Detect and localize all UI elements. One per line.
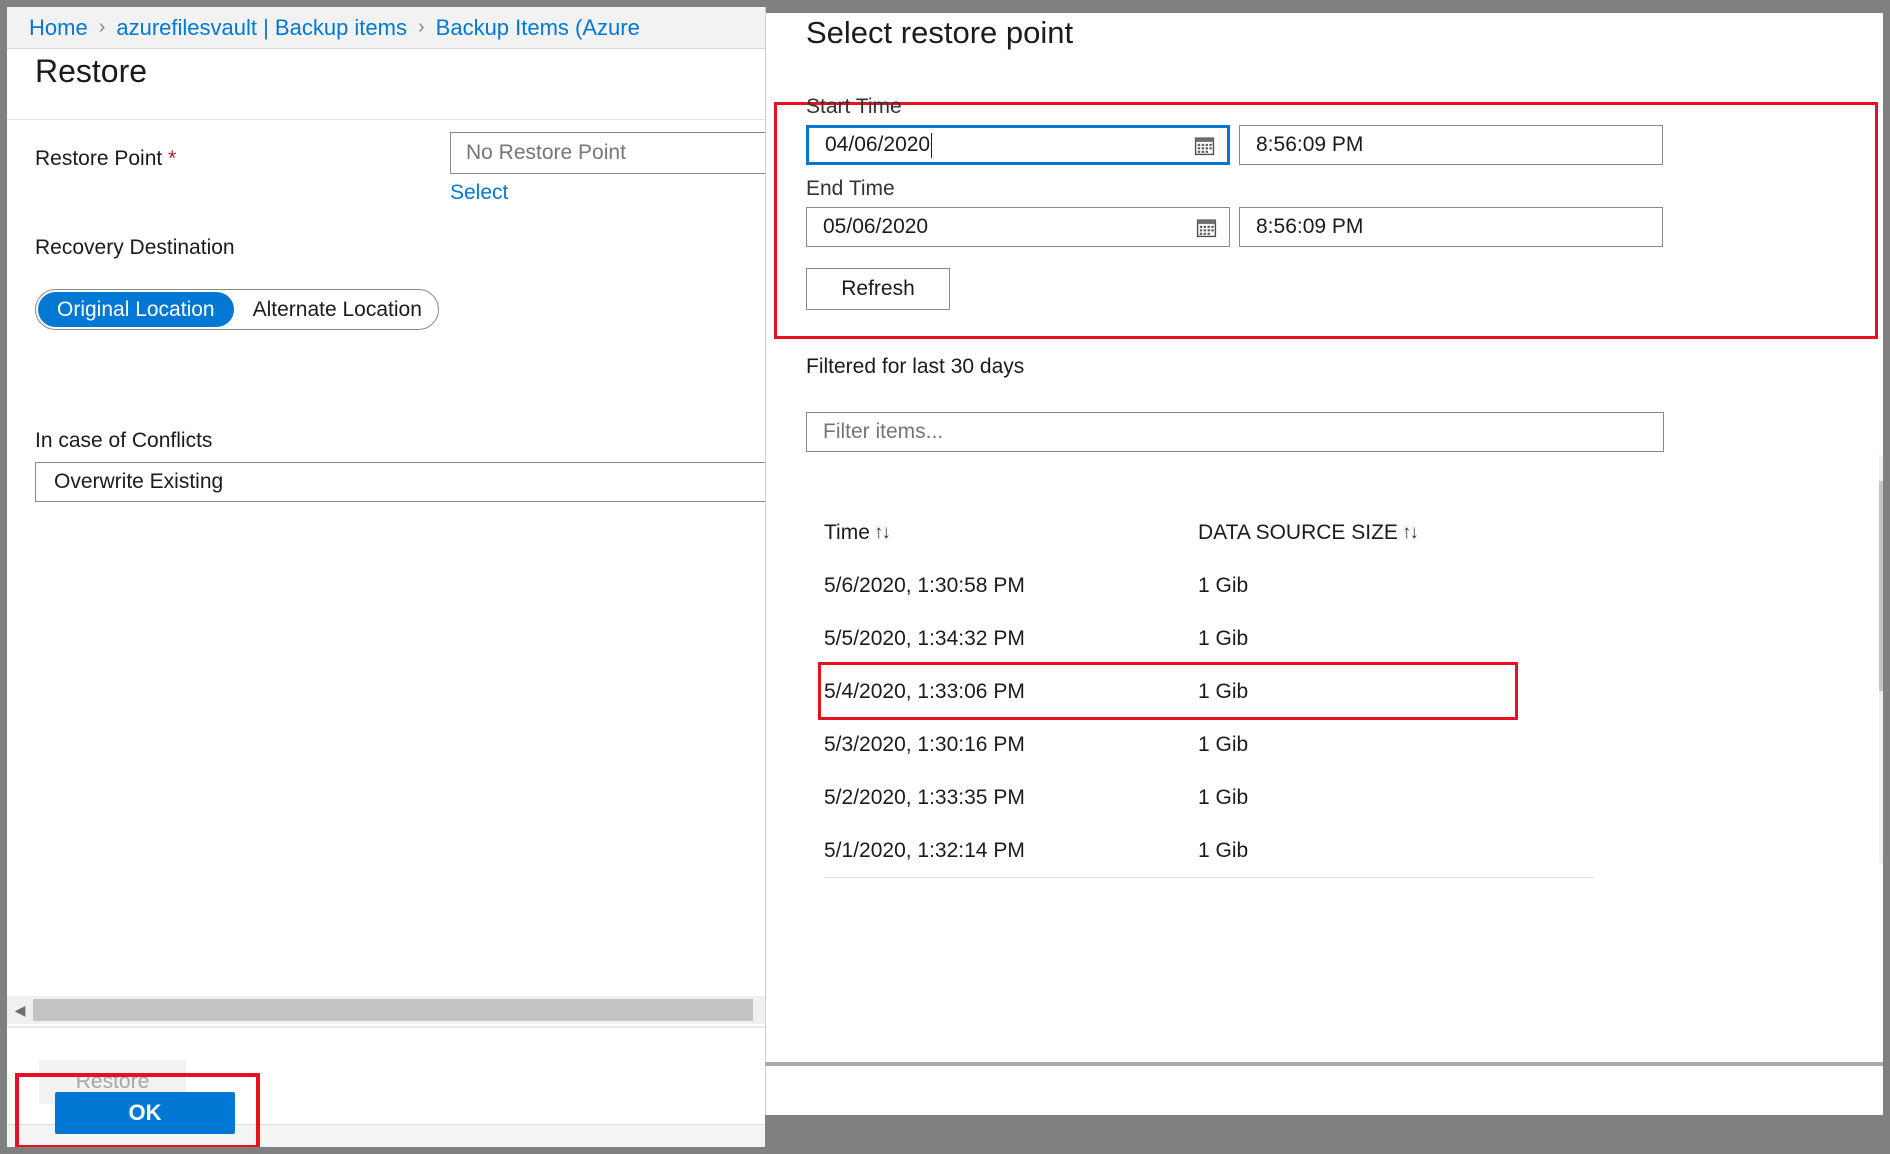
cell-time: 5/1/2020, 1:32:14 PM [824, 839, 1198, 863]
filtered-note: Filtered for last 30 days [806, 355, 1024, 379]
recovery-destination-toggle: Original Location Alternate Location [35, 289, 439, 330]
restore-point-input[interactable]: No Restore Point [450, 132, 765, 174]
toggle-option-alternate-location[interactable]: Alternate Location [234, 292, 441, 327]
table-row[interactable]: 5/2/2020, 1:33:35 PM1 Gib [824, 771, 1594, 825]
table-header-row: Time ↑↓ DATA SOURCE SIZE ↑↓ [824, 507, 1594, 560]
scrollbar-divider [7, 1026, 765, 1028]
calendar-icon[interactable] [1196, 217, 1217, 238]
sort-toggle-icon[interactable]: ↑↓ [874, 522, 889, 544]
conflicts-selected-value: Overwrite Existing [54, 470, 223, 494]
column-header-time-label: Time [824, 521, 870, 545]
horizontal-scrollbar[interactable]: ◀ [7, 996, 765, 1024]
breadcrumb-separator-icon: › [418, 16, 425, 39]
table-row[interactable]: 5/5/2020, 1:34:32 PM1 Gib [824, 612, 1594, 666]
breadcrumb-item-home[interactable]: Home [29, 15, 88, 41]
column-header-data-source-size[interactable]: DATA SOURCE SIZE ↑↓ [1198, 521, 1528, 545]
page-title: Restore [35, 53, 147, 90]
column-header-time[interactable]: Time ↑↓ [824, 521, 1198, 545]
cell-time: 5/5/2020, 1:34:32 PM [824, 627, 1198, 651]
vertical-scrollbar[interactable]: ▲ [1879, 455, 1883, 863]
start-date-value: 04/06/2020 [825, 133, 930, 157]
scroll-left-arrow-icon[interactable]: ◀ [7, 996, 33, 1024]
end-time-label: End Time [806, 177, 895, 201]
select-restore-point-link[interactable]: Select [450, 181, 508, 205]
sort-toggle-icon[interactable]: ↑↓ [1402, 522, 1417, 544]
cell-data-source-size: 1 Gib [1198, 627, 1528, 651]
panel-list-bottom-divider [765, 1062, 1883, 1066]
recovery-destination-label: Recovery Destination [35, 236, 235, 260]
panel-title: Select restore point [806, 15, 1073, 51]
restore-point-label: Restore Point * [35, 147, 176, 171]
breadcrumb-item-backup-items[interactable]: Backup Items (Azure [436, 15, 640, 41]
toggle-option-original-location[interactable]: Original Location [38, 292, 234, 327]
panel-top-chrome [766, 7, 1883, 13]
conflicts-label: In case of Conflicts [35, 429, 212, 453]
ok-button[interactable]: OK [55, 1092, 235, 1134]
select-restore-point-panel: Select restore point Start Time 04/06/20… [765, 7, 1883, 1147]
restore-blade: Home › azurefilesvault | Backup items › … [7, 7, 765, 1147]
cell-data-source-size: 1 Gib [1198, 574, 1528, 598]
required-marker: * [168, 147, 176, 170]
cell-data-source-size: 1 Gib [1198, 680, 1528, 704]
end-time-value: 8:56:09 PM [1256, 215, 1363, 239]
end-date-value: 05/06/2020 [823, 215, 928, 239]
table-row[interactable]: 5/6/2020, 1:30:58 PM1 Gib [824, 559, 1594, 613]
table-row[interactable]: 5/1/2020, 1:32:14 PM1 Gib [824, 824, 1594, 878]
end-time-input[interactable]: 8:56:09 PM [1239, 207, 1663, 247]
refresh-button[interactable]: Refresh [806, 268, 950, 310]
cell-data-source-size: 1 Gib [1198, 839, 1528, 863]
filter-items-placeholder: Filter items... [823, 420, 943, 444]
filter-items-input[interactable]: Filter items... [806, 412, 1664, 452]
start-time-value: 8:56:09 PM [1256, 133, 1363, 157]
cell-time: 5/2/2020, 1:33:35 PM [824, 786, 1198, 810]
azure-portal-screenshot: Home › azurefilesvault | Backup items › … [0, 0, 1890, 1154]
cell-time: 5/4/2020, 1:33:06 PM [824, 680, 1198, 704]
restore-point-label-text: Restore Point [35, 147, 162, 170]
start-date-input[interactable]: 04/06/2020 [806, 125, 1230, 165]
conflicts-dropdown[interactable]: Overwrite Existing [35, 462, 765, 502]
text-caret [931, 133, 932, 158]
breadcrumb-separator-icon: › [99, 16, 106, 39]
horizontal-scrollbar-thumb[interactable] [33, 999, 753, 1021]
calendar-icon[interactable] [1194, 135, 1215, 156]
cell-data-source-size: 1 Gib [1198, 733, 1528, 757]
cell-time: 5/6/2020, 1:30:58 PM [824, 574, 1198, 598]
cell-data-source-size: 1 Gib [1198, 786, 1528, 810]
vertical-scrollbar-thumb[interactable] [1879, 481, 1883, 691]
start-time-label: Start Time [806, 95, 902, 119]
end-date-input[interactable]: 05/06/2020 [806, 207, 1230, 247]
scroll-up-arrow-icon[interactable]: ▲ [1879, 455, 1883, 481]
panel-bottom-chrome [765, 1115, 1883, 1147]
table-row[interactable]: 5/4/2020, 1:33:06 PM1 Gib [824, 665, 1594, 719]
restore-point-value: No Restore Point [466, 141, 626, 165]
cell-time: 5/3/2020, 1:30:16 PM [824, 733, 1198, 757]
start-time-input[interactable]: 8:56:09 PM [1239, 125, 1663, 165]
column-header-size-label: DATA SOURCE SIZE [1198, 521, 1398, 545]
breadcrumb-item-vault[interactable]: azurefilesvault | Backup items [116, 15, 407, 41]
table-row[interactable]: 5/3/2020, 1:30:16 PM1 Gib [824, 718, 1594, 772]
title-divider [7, 119, 765, 120]
breadcrumb: Home › azurefilesvault | Backup items › … [7, 7, 765, 49]
